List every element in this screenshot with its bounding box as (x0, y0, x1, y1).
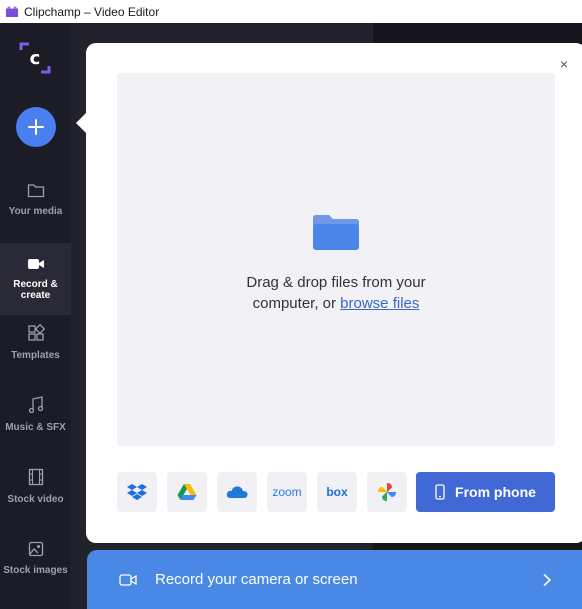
phone-icon (435, 484, 445, 500)
dropbox-icon (127, 484, 147, 500)
record-camera-screen-button[interactable]: Record your camera or screen (87, 550, 582, 609)
folder-icon (313, 215, 359, 250)
sidebar-item-label: Record & create (13, 279, 58, 301)
chevron-right-icon (543, 573, 552, 586)
video-camera-icon (27, 259, 44, 269)
from-phone-label: From phone (455, 484, 536, 500)
google-photos-button[interactable] (367, 472, 407, 512)
sidebar-item-templates[interactable]: Templates (0, 306, 71, 378)
clipchamp-logo: c (19, 42, 51, 74)
browse-files-link[interactable]: browse files (340, 295, 419, 312)
video-camera-icon (119, 573, 137, 586)
google-drive-button[interactable] (167, 472, 207, 512)
plus-icon (28, 119, 44, 135)
sidebar-item-music-sfx[interactable]: Music & SFX (0, 378, 71, 450)
panel-pointer (76, 113, 86, 133)
sidebar-item-label: Music & SFX (5, 421, 66, 433)
sidebar-item-label: Templates (11, 349, 60, 361)
dropbox-button[interactable] (117, 472, 157, 512)
box-label: box (326, 485, 348, 499)
music-note-icon (28, 395, 43, 413)
sidebar: c Your media Record & create Templates M… (0, 23, 71, 609)
window-titlebar: Clipchamp – Video Editor (0, 0, 582, 23)
close-panel-button[interactable]: × (556, 56, 572, 72)
sidebar-item-stock-images[interactable]: Stock images (0, 522, 71, 594)
sidebar-item-label: Your media (8, 205, 63, 217)
zoom-label: zoom (272, 485, 302, 499)
box-button[interactable]: box (317, 472, 357, 512)
onedrive-icon (226, 486, 248, 498)
zoom-button[interactable]: zoom (267, 472, 307, 512)
sidebar-item-your-media[interactable]: Your media (0, 163, 71, 235)
sidebar-item-record-create[interactable]: Record & create (0, 243, 71, 315)
folder-icon (27, 183, 44, 197)
onedrive-button[interactable] (217, 472, 257, 512)
templates-icon (27, 323, 45, 341)
svg-text:c: c (30, 48, 41, 69)
add-media-button[interactable] (16, 107, 56, 147)
google-photos-icon (378, 483, 396, 501)
file-dropzone[interactable] (117, 73, 555, 446)
google-drive-icon (177, 484, 197, 500)
record-bar-label: Record your camera or screen (155, 571, 358, 588)
sidebar-item-label: Stock images (3, 564, 68, 576)
image-icon (28, 541, 43, 556)
window-title: Clipchamp – Video Editor (24, 4, 160, 19)
film-icon (28, 468, 43, 485)
clipchamp-app-icon (6, 6, 18, 17)
sidebar-item-stock-video[interactable]: Stock video (0, 450, 71, 522)
from-phone-button[interactable]: From phone (416, 472, 555, 512)
sidebar-item-label: Stock video (7, 493, 64, 505)
drop-instructions: Drag & drop files from your computer, or… (246, 274, 426, 312)
